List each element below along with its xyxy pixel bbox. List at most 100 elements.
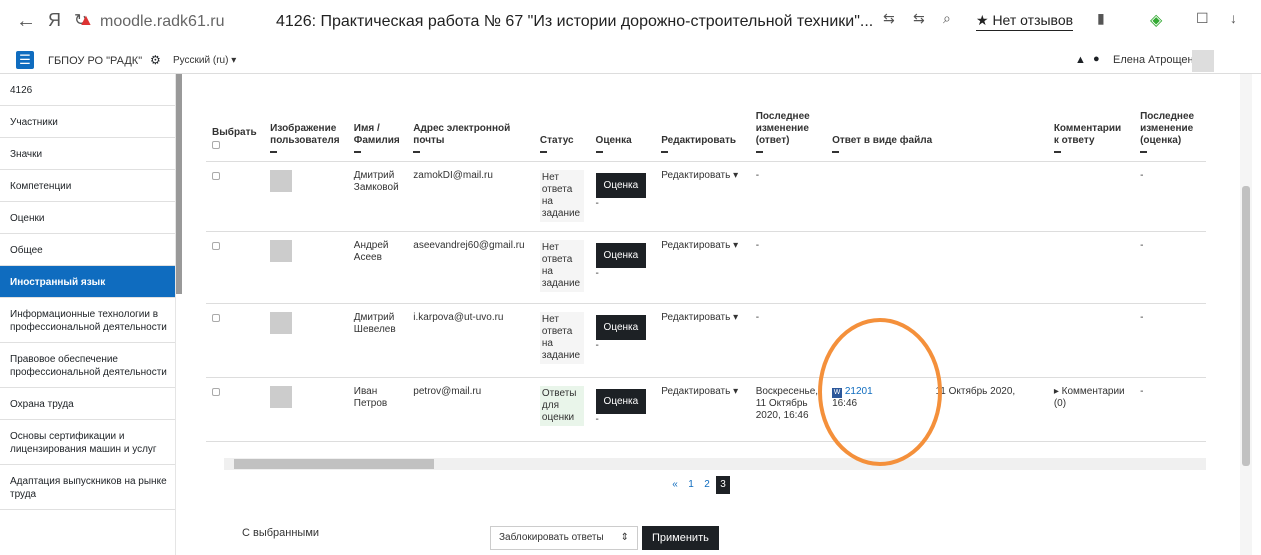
status-badge: Нет ответа на задание	[539, 169, 584, 222]
table-row: Дмитрий Шевелев i.karpova@ut-uvo.ru Нет о…	[206, 303, 1206, 378]
back-icon[interactable]: ←	[16, 10, 36, 33]
bookmark-icon[interactable]: ▮	[1097, 10, 1105, 27]
warning-icon[interactable]: ▲	[78, 12, 94, 30]
student-email: zamokDI@mail.ru	[407, 161, 534, 232]
grade-button[interactable]: Оценка	[595, 388, 647, 414]
page-first[interactable]: «	[668, 476, 682, 494]
col-email[interactable]: Адрес электронной почты	[407, 89, 534, 162]
grade-button[interactable]: Оценка	[595, 314, 647, 340]
sidebar-item-foreign-language[interactable]: Иностранный язык	[0, 266, 175, 298]
grade-button[interactable]: Оценка	[595, 242, 647, 268]
col-file-submission[interactable]: Ответ в виде файла	[826, 89, 1048, 162]
status-badge: Нет ответа на задание	[539, 311, 584, 364]
status-badge: Ответы для оценки	[539, 385, 584, 426]
translate-icon-2[interactable]: ⇆	[913, 10, 925, 27]
student-email: i.karpova@ut-uvo.ru	[407, 303, 534, 378]
table-hscrollbar[interactable]	[224, 458, 1206, 470]
site-name[interactable]: ГБПОУ РО "РАДК"	[48, 55, 142, 67]
course-sidebar: 4126 Участники Значки Компетенции Оценки…	[0, 74, 176, 555]
sidebar-item-safety[interactable]: Охрана труда	[0, 388, 175, 420]
row-checkbox[interactable]	[212, 313, 220, 322]
grade-button[interactable]: Оценка	[595, 172, 647, 198]
comments-toggle[interactable]: ▸ Комментарии (0)	[1047, 377, 1135, 442]
grade-modified: -	[1134, 161, 1206, 232]
edit-menu[interactable]: Редактировать ▾	[655, 303, 750, 378]
sidebar-item-adaptation[interactable]: Адаптация выпускников на рынке труда	[0, 465, 175, 510]
sidebar-item-it[interactable]: Информационные технологии в профессионал…	[0, 298, 175, 343]
bulk-action-label: С выбранными	[242, 527, 320, 539]
moodle-navbar: ☰ ГБПОУ РО "РАДК" ⚙ Русский (ru) ▾ ▲ ● Е…	[0, 48, 1261, 74]
file-submission	[826, 161, 1048, 232]
col-last-modified[interactable]: Последнее изменение (ответ)	[749, 89, 827, 162]
sidebar-item-badges[interactable]: Значки	[0, 138, 175, 170]
col-status[interactable]: Статус	[533, 89, 590, 162]
col-grade[interactable]: Оценка	[589, 89, 656, 162]
page-1[interactable]: 1	[684, 476, 698, 494]
search-icon[interactable]: ⌕	[943, 10, 951, 27]
bell-icon[interactable]: ▲	[1075, 54, 1086, 66]
extensions-icon[interactable]: ☐	[1196, 10, 1209, 27]
page-3[interactable]: 3	[716, 476, 730, 494]
page-title[interactable]: 4126: Практическая работа № 67 "Из истор…	[276, 13, 873, 31]
page-scrollbar[interactable]	[1240, 74, 1252, 555]
student-avatar[interactable]	[270, 169, 293, 192]
sidebar-item-course[interactable]: 4126	[0, 74, 175, 106]
language-select[interactable]: Русский (ru) ▾	[173, 55, 236, 66]
settings-icon[interactable]: ⚙	[150, 53, 161, 67]
col-last-modified-grade[interactable]: Последнее изменение (оценка)	[1134, 89, 1206, 162]
col-name[interactable]: Имя / Фамилия	[347, 89, 408, 162]
apply-button[interactable]: Применить	[642, 526, 719, 550]
comments	[1047, 231, 1135, 304]
student-avatar[interactable]	[270, 239, 293, 262]
chevron-down-icon: ⇕	[620, 532, 629, 543]
col-comments[interactable]: Комментарии к ответу	[1047, 89, 1135, 162]
row-checkbox[interactable]	[212, 171, 220, 180]
sidebar-item-competencies[interactable]: Компетенции	[0, 170, 175, 202]
edit-menu[interactable]: Редактировать ▾	[655, 377, 750, 442]
student-name[interactable]: Дмитрий Шевелев	[347, 303, 408, 378]
row-checkbox[interactable]	[212, 387, 220, 396]
last-modified: Воскресенье, 11 Октябрь 2020, 16:46	[749, 377, 827, 442]
edit-menu[interactable]: Редактировать ▾	[655, 231, 750, 304]
highlight-circle	[818, 318, 942, 466]
yandex-icon[interactable]: Я	[48, 10, 61, 31]
translate-icon[interactable]: ⇆	[883, 10, 895, 27]
grade-modified: -	[1134, 303, 1206, 378]
last-modified: -	[749, 231, 827, 304]
grade-modified: -	[1134, 231, 1206, 304]
student-name[interactable]: Андрей Асеев	[347, 231, 408, 304]
table-row: Иван Петров petrov@mail.ru Ответы для оце…	[206, 377, 1206, 442]
sidebar-item-grades[interactable]: Оценки	[0, 202, 175, 234]
messages-icon[interactable]: ●	[1093, 53, 1100, 65]
page-2[interactable]: 2	[700, 476, 714, 494]
table-header-row: Выбрать Изображение пользователя Имя / Ф…	[206, 89, 1206, 162]
grading-table: Выбрать Изображение пользователя Имя / Ф…	[206, 89, 1206, 442]
student-avatar[interactable]	[270, 311, 293, 334]
page-scroll-thumb[interactable]	[1242, 186, 1250, 466]
menu-icon[interactable]: ☰	[16, 51, 34, 69]
sidebar-item-legal[interactable]: Правовое обеспечение профессиональной де…	[0, 343, 175, 388]
edit-menu[interactable]: Редактировать ▾	[655, 161, 750, 232]
row-checkbox[interactable]	[212, 241, 220, 250]
status-badge: Нет ответа на задание	[539, 239, 584, 292]
sidebar-item-participants[interactable]: Участники	[0, 106, 175, 138]
col-edit[interactable]: Редактировать	[655, 89, 750, 162]
reviews-link[interactable]: ★ Нет отзывов	[976, 12, 1074, 31]
select-all-checkbox[interactable]	[212, 140, 220, 149]
sidebar-item-certification[interactable]: Основы сертификации и лицензирования маш…	[0, 420, 175, 465]
sidebar-item-general[interactable]: Общее	[0, 234, 175, 266]
student-name[interactable]: Дмитрий Замковой	[347, 161, 408, 232]
col-select[interactable]: Выбрать	[206, 89, 265, 162]
student-avatar[interactable]	[270, 385, 293, 408]
student-name[interactable]: Иван Петров	[347, 377, 408, 442]
hscroll-thumb[interactable]	[234, 459, 434, 469]
shield-icon[interactable]: ◈	[1150, 10, 1162, 30]
student-email: petrov@mail.ru	[407, 377, 534, 442]
bulk-action-select[interactable]: Заблокировать ответы ⇕	[490, 526, 638, 550]
grade-modified: -	[1134, 377, 1206, 442]
user-name[interactable]: Елена Атрощенко	[1113, 54, 1205, 66]
user-avatar[interactable]	[1192, 50, 1214, 72]
downloads-icon[interactable]: ↓	[1230, 10, 1237, 26]
col-picture[interactable]: Изображение пользователя	[264, 89, 348, 162]
url-site[interactable]: moodle.radk61.ru	[100, 13, 225, 31]
